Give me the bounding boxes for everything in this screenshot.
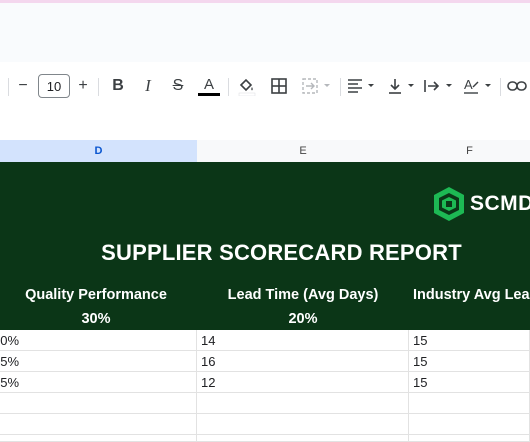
strikethrough-icon[interactable]: S <box>168 74 188 98</box>
svg-text:A: A <box>464 77 473 92</box>
toolbar-separator <box>98 78 99 96</box>
text-color-icon[interactable]: A <box>198 74 220 98</box>
merge-cells-icon[interactable] <box>300 74 334 98</box>
cell-value: 85% <box>0 375 20 390</box>
lead-time-weight: 20% <box>288 311 318 327</box>
table-cell[interactable] <box>197 435 409 442</box>
table-cell[interactable]: 95% <box>0 351 197 372</box>
table-cell[interactable] <box>409 393 530 414</box>
merge-cells-svg <box>302 78 330 94</box>
table-cell[interactable] <box>0 435 197 442</box>
italic-icon[interactable]: I <box>138 74 158 98</box>
table-cell[interactable]: 15 <box>409 372 530 393</box>
report-title: SUPPLIER SCORECARD REPORT <box>101 240 462 265</box>
table-cell[interactable] <box>0 393 197 414</box>
table-cell[interactable]: 15 <box>409 351 530 372</box>
text-rotation-svg: A <box>464 77 491 94</box>
vertical-align-svg <box>389 79 414 94</box>
quality-weight: 30% <box>81 311 111 327</box>
fill-color-svg <box>238 78 256 96</box>
table-cell[interactable] <box>0 414 197 435</box>
table-cell[interactable]: 12 <box>197 372 409 393</box>
toolbar-separator <box>340 78 341 96</box>
borders-svg <box>271 78 287 94</box>
scmdo-logo-icon <box>432 186 466 227</box>
text-color-letter: A <box>203 75 214 93</box>
table-cell[interactable] <box>197 393 409 414</box>
quality-performance-header: Quality Performance <box>25 287 167 303</box>
docs-title-bar <box>0 0 530 62</box>
fill-color-icon[interactable] <box>236 74 258 98</box>
cell-value: 90% <box>0 333 20 348</box>
text-rotation-icon[interactable]: A <box>462 74 496 98</box>
text-color-bar <box>198 92 220 96</box>
text-wrap-icon[interactable] <box>422 74 456 98</box>
bold-icon[interactable]: B <box>108 74 128 98</box>
table-cell[interactable]: 16 <box>197 351 409 372</box>
scmdo-logo-text: SCMDO <box>470 192 530 215</box>
column-header-e[interactable]: E <box>197 140 410 163</box>
link-icon[interactable] <box>506 74 528 98</box>
table-cell[interactable]: 14 <box>197 330 409 351</box>
cell-value: 95% <box>0 354 20 369</box>
horizontal-align-svg <box>348 79 374 93</box>
table-cell[interactable] <box>197 414 409 435</box>
increase-font-icon[interactable]: + <box>74 74 92 98</box>
borders-icon[interactable] <box>268 74 290 98</box>
vertical-align-icon[interactable] <box>386 74 418 98</box>
link-svg <box>507 81 527 91</box>
lead-time-header: Lead Time (Avg Days) <box>227 287 379 303</box>
table-cell[interactable]: 90% <box>0 330 197 351</box>
decrease-font-icon[interactable]: − <box>14 74 32 98</box>
top-accent-line <box>0 0 530 3</box>
text-wrap-svg <box>424 80 452 92</box>
horizontal-align-icon[interactable] <box>346 74 378 98</box>
formula-bar[interactable] <box>0 110 530 140</box>
table-cell[interactable]: 85% <box>0 372 197 393</box>
toolbar-separator <box>228 78 229 96</box>
toolbar: − + B I S A A <box>0 62 530 110</box>
table-cell[interactable] <box>409 435 530 442</box>
table-cell[interactable]: 15 <box>409 330 530 351</box>
column-header-d[interactable]: D <box>0 140 198 163</box>
toolbar-separator <box>500 78 501 96</box>
font-size-input[interactable]: 10 <box>38 74 70 98</box>
industry-avg-header: Industry Avg Lead <box>413 287 530 303</box>
column-header-f[interactable]: F <box>409 140 530 163</box>
table-cell[interactable] <box>409 414 530 435</box>
toolbar-separator <box>8 78 9 96</box>
